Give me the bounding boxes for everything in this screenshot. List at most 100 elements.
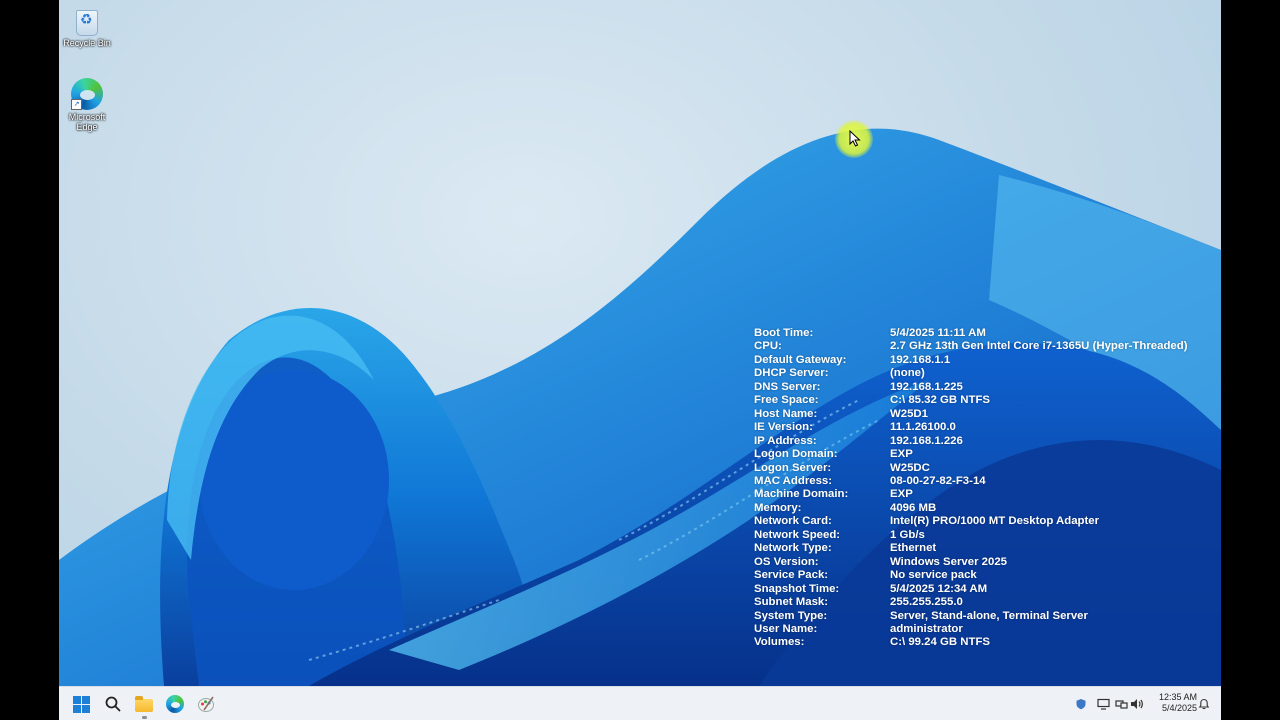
edge-button[interactable] bbox=[163, 692, 187, 716]
bginfo-row: IE Version: 11.1.26100.0 bbox=[754, 421, 1188, 434]
bginfo-key: Network Speed: bbox=[754, 528, 841, 541]
search-icon bbox=[105, 696, 121, 712]
bginfo-row: DNS Server: 192.168.1.225 bbox=[754, 381, 1188, 394]
recycle-bin-desktop-icon[interactable]: Recycle Bin bbox=[59, 6, 115, 48]
bginfo-key: DNS Server: bbox=[754, 380, 821, 393]
shortcut-arrow-icon: ↗ bbox=[71, 99, 82, 110]
clock-time: 12:35 AM bbox=[1158, 692, 1197, 702]
bginfo-value: 255.255.255.0 bbox=[890, 596, 963, 609]
bginfo-key: Subnet Mask: bbox=[754, 596, 829, 609]
bginfo-value: administrator bbox=[890, 622, 963, 635]
search-button[interactable] bbox=[101, 692, 125, 716]
bginfo-key: Network Card: bbox=[754, 515, 832, 528]
bginfo-row: OS Version: Windows Server 2025 bbox=[754, 556, 1188, 569]
bginfo-key: Snapshot Time: bbox=[754, 582, 840, 595]
volume-icon[interactable] bbox=[1130, 697, 1144, 711]
bginfo-row: Subnet Mask: 255.255.255.0 bbox=[754, 596, 1188, 609]
bginfo-row: System Type: Server, Stand-alone, Termina… bbox=[754, 610, 1188, 623]
bginfo-value: 1 Gb/s bbox=[890, 528, 925, 541]
bginfo-key: Default Gateway: bbox=[754, 353, 847, 366]
start-button[interactable] bbox=[69, 692, 93, 716]
bginfo-row: Volumes: C:\ 99.24 GB NTFS bbox=[754, 636, 1188, 649]
paint-icon bbox=[198, 696, 214, 712]
bginfo-row: Free Space: C:\ 85.32 GB NTFS bbox=[754, 394, 1188, 407]
bginfo-row: Network Card: Intel(R) PRO/1000 MT Deskto… bbox=[754, 515, 1188, 528]
bginfo-key: Boot Time: bbox=[754, 327, 814, 339]
microsoft-edge-desktop-icon[interactable]: ↗ Microsoft Edge bbox=[59, 78, 115, 132]
bginfo-row: Boot Time: 5/4/2025 11:11 AM bbox=[754, 327, 1188, 340]
bginfo-row: Host Name: W25D1 bbox=[754, 408, 1188, 421]
bginfo-value: Windows Server 2025 bbox=[890, 555, 1008, 568]
bginfo-key: Machine Domain: bbox=[754, 488, 849, 501]
running-indicator bbox=[142, 716, 147, 719]
bginfo-key: User Name: bbox=[754, 622, 818, 635]
folder-icon bbox=[135, 696, 153, 712]
bginfo-row: Memory: 4096 MB bbox=[754, 502, 1188, 515]
bginfo-row: MAC Address: 08-00-27-82-F3-14 bbox=[754, 475, 1188, 488]
monitor-icon[interactable] bbox=[1096, 697, 1110, 711]
bginfo-value: Server, Stand-alone, Terminal Server bbox=[890, 609, 1088, 622]
shield-icon[interactable] bbox=[1074, 697, 1088, 711]
bginfo-row: Machine Domain: EXP bbox=[754, 488, 1188, 501]
bginfo-key: Logon Server: bbox=[754, 461, 832, 474]
bginfo-row: DHCP Server: (none) bbox=[754, 367, 1188, 380]
bginfo-value: 5/4/2025 11:11 AM bbox=[890, 327, 986, 339]
notification-bell-icon[interactable] bbox=[1197, 697, 1211, 711]
bginfo-value: 192.168.1.1 bbox=[890, 353, 951, 366]
bginfo-value: 5/4/2025 12:34 AM bbox=[890, 582, 988, 595]
taskbar: 12:35 AM 5/4/2025 bbox=[59, 686, 1221, 720]
bginfo-value: Intel(R) PRO/1000 MT Desktop Adapter bbox=[890, 515, 1100, 528]
bginfo-value: 192.168.1.226 bbox=[890, 434, 963, 447]
paint-button[interactable] bbox=[194, 692, 218, 716]
bginfo-key: Network Type: bbox=[754, 542, 832, 555]
system-clock[interactable]: 12:35 AM 5/4/2025 bbox=[1147, 692, 1197, 714]
bginfo-value: 11.1.26100.0 bbox=[890, 421, 956, 434]
bginfo-value: EXP bbox=[890, 448, 913, 461]
desktop-icon-label: Recycle Bin bbox=[63, 38, 111, 48]
bginfo-value: 2.7 GHz 13th Gen Intel Core i7-1365U (Hy… bbox=[890, 340, 1188, 353]
bginfo-value: C:\ 99.24 GB NTFS bbox=[890, 636, 991, 649]
network-icon[interactable] bbox=[1114, 697, 1128, 711]
bginfo-key: Memory: bbox=[754, 501, 802, 514]
bginfo-value: W25DC bbox=[890, 461, 930, 474]
bginfo-key: Logon Domain: bbox=[754, 448, 838, 461]
bginfo-key: MAC Address: bbox=[754, 474, 833, 487]
bginfo-row: Logon Server: W25DC bbox=[754, 462, 1188, 475]
bginfo-panel: Boot Time: 5/4/2025 11:11 AM CPU: 2.7 GHz 1… bbox=[754, 327, 1188, 650]
bginfo-row: CPU: 2.7 GHz 13th Gen Intel Core i7-1365U… bbox=[754, 340, 1188, 353]
bginfo-value: 08-00-27-82-F3-14 bbox=[890, 474, 986, 487]
bginfo-key: Host Name: bbox=[754, 407, 818, 420]
mouse-pointer-icon bbox=[849, 130, 861, 147]
desktop-icon-label: Microsoft Edge bbox=[68, 112, 106, 132]
edge-icon bbox=[166, 695, 184, 713]
bginfo-value: C:\ 85.32 GB NTFS bbox=[890, 394, 991, 407]
edge-icon: ↗ bbox=[71, 78, 103, 110]
bginfo-key: OS Version: bbox=[754, 555, 819, 568]
bginfo-row: IP Address: 192.168.1.226 bbox=[754, 435, 1188, 448]
bginfo-value: (none) bbox=[890, 367, 925, 380]
bginfo-key: IP Address: bbox=[754, 434, 817, 447]
bginfo-row: Logon Domain: EXP bbox=[754, 448, 1188, 461]
desktop-screen: Recycle Bin ↗ Microsoft Edge Boot Time: 5… bbox=[59, 0, 1221, 720]
bginfo-value: 192.168.1.225 bbox=[890, 380, 963, 393]
bginfo-row: Default Gateway: 192.168.1.1 bbox=[754, 354, 1188, 367]
bginfo-row: User Name: administrator bbox=[754, 623, 1188, 636]
bginfo-value: Ethernet bbox=[890, 542, 937, 555]
bginfo-key: System Type: bbox=[754, 609, 828, 622]
bginfo-key: DHCP Server: bbox=[754, 367, 829, 380]
windows-logo-icon bbox=[72, 695, 90, 713]
bginfo-key: Service Pack: bbox=[754, 569, 829, 582]
bginfo-key: CPU: bbox=[754, 340, 782, 353]
bginfo-row: Network Type: Ethernet bbox=[754, 542, 1188, 555]
bginfo-key: Free Space: bbox=[754, 394, 819, 407]
bginfo-key: IE Version: bbox=[754, 421, 813, 434]
recycle-bin-icon bbox=[76, 10, 98, 36]
bginfo-value: W25D1 bbox=[890, 407, 928, 420]
clock-date: 5/4/2025 bbox=[1161, 703, 1197, 713]
bginfo-value: No service pack bbox=[890, 569, 977, 582]
bginfo-value: 4096 MB bbox=[890, 501, 937, 514]
bginfo-row: Network Speed: 1 Gb/s bbox=[754, 529, 1188, 542]
bginfo-row: Service Pack: No service pack bbox=[754, 569, 1188, 582]
bginfo-row: Snapshot Time: 5/4/2025 12:34 AM bbox=[754, 583, 1188, 596]
file-explorer-button[interactable] bbox=[132, 692, 156, 719]
